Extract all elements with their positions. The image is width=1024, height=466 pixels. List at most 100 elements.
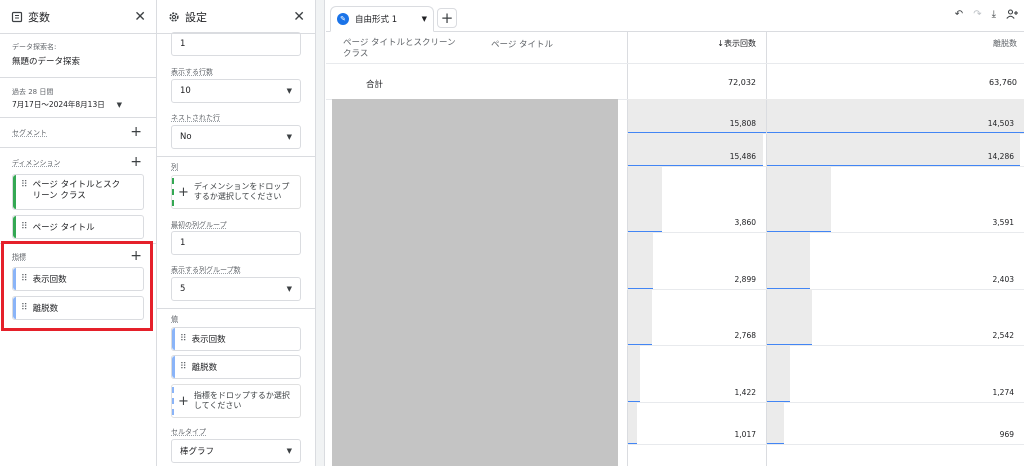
row-divider: [627, 289, 1024, 290]
row-divider: [627, 345, 1024, 346]
views-value: 1,017: [734, 430, 756, 439]
close-icon[interactable]: ✕: [134, 9, 146, 25]
column-header-views[interactable]: ↓表示回数: [628, 38, 756, 49]
column-header-exits[interactable]: 離脱数: [767, 38, 1017, 49]
values-label: 値: [171, 315, 178, 323]
views-value: 2,768: [734, 331, 756, 340]
views-value: 15,486: [729, 152, 756, 161]
start-row-field[interactable]: 1: [171, 32, 301, 56]
date-range-value[interactable]: 7月17日～2024年8月13日: [12, 99, 105, 110]
value-chip[interactable]: ⠿ 表示回数: [171, 327, 301, 351]
plus-icon: +: [178, 184, 189, 200]
gear-icon: [167, 10, 180, 23]
tab-freeform[interactable]: ✎ 自由形式 1 ▼: [330, 6, 434, 32]
toolbar: ↶ ↷ ⤓: [955, 9, 1018, 22]
metric-drop-zone[interactable]: + 指標をドロップするか選択してください: [171, 384, 301, 418]
redacted-area: [332, 99, 618, 466]
redo-icon[interactable]: ↷: [973, 9, 981, 22]
undo-icon[interactable]: ↶: [955, 9, 963, 22]
divider: [157, 308, 315, 309]
exploration-name-label: データ探索名:: [12, 43, 57, 51]
exits-value: 3,591: [992, 218, 1014, 227]
value-chip[interactable]: ⠿ 離脱数: [171, 355, 301, 379]
start-row-value: 1: [180, 39, 186, 49]
settings-title: 設定: [185, 10, 207, 24]
dimension-label-text: ページ タイトル: [32, 223, 95, 233]
exits-value: 969: [999, 430, 1014, 439]
date-range-section[interactable]: 過去 28 日間 7月17日～2024年8月13日 ▼: [0, 78, 156, 118]
panel-gutter: [316, 0, 325, 466]
settings-body: 1 表示する行数 10 ▼ ネストされた行 No ▼ 列 + ディメンションをド…: [157, 32, 315, 466]
segment-label: セグメント: [12, 129, 47, 137]
data-table: ページ タイトルとスクリーン クラス ページ タイトル ↓表示回数 離脱数 合計…: [326, 32, 1024, 466]
first-col-group-value: 1: [180, 238, 186, 248]
exploration-name-input[interactable]: 無題のデータ探索: [12, 55, 144, 67]
close-icon[interactable]: ✕: [293, 9, 305, 25]
download-icon[interactable]: ⤓: [992, 9, 996, 22]
nested-rows-value: No: [180, 132, 192, 142]
total-label: 合計: [366, 80, 384, 90]
drag-handle-icon[interactable]: ⠿: [180, 334, 187, 344]
column-header-dimension-2[interactable]: ページ タイトル: [491, 38, 553, 50]
highlight-box: [1, 241, 153, 331]
views-value: 1,422: [734, 388, 756, 397]
first-col-group-field[interactable]: 1: [171, 231, 301, 255]
col-groups-label: 表示する列グループ数: [171, 266, 241, 274]
segment-section: セグメント +: [0, 118, 156, 148]
exits-value: 2,403: [992, 275, 1014, 284]
col-groups-select[interactable]: 5 ▼: [171, 277, 301, 301]
cell-type-value: 棒グラフ: [180, 447, 215, 457]
divider: [157, 156, 315, 157]
tab-label: 自由形式 1: [355, 15, 398, 25]
plus-icon: +: [178, 393, 189, 409]
tab-bar: ✎ 自由形式 1 ▼ + ↶ ↷ ⤓: [326, 0, 1024, 32]
value-chip-label: 離脱数: [191, 363, 218, 373]
rows-value: 10: [180, 86, 191, 96]
first-col-group-label: 最初の列グループ: [171, 221, 227, 229]
exploration-name-section: データ探索名: 無題のデータ探索: [0, 34, 156, 78]
column-header-dimension-1[interactable]: ページ タイトルとスクリーン クラス: [343, 38, 463, 61]
chevron-down-icon: ▼: [286, 447, 292, 455]
exits-value: 14,503: [987, 119, 1014, 128]
metric-drop-text: 指標をドロップするか選択してください: [193, 390, 290, 410]
chevron-down-icon[interactable]: ▼: [117, 101, 122, 109]
cell-type-select[interactable]: 棒グラフ ▼: [171, 439, 301, 463]
add-segment-button[interactable]: +: [130, 125, 142, 139]
dimension-label-text: ページ タイトルとスク リーン クラス: [32, 180, 121, 202]
nested-rows-label: ネストされた行: [171, 114, 220, 122]
views-value: 3,860: [734, 218, 756, 227]
chevron-down-icon: ▼: [286, 87, 292, 95]
dimension-chip[interactable]: ⠿ ページ タイトルとスク リーン クラス: [12, 174, 144, 210]
columns-label: 列: [171, 163, 178, 171]
settings-header: 設定 ✕: [157, 0, 315, 34]
exits-value: 1,274: [992, 388, 1014, 397]
dimension-section: ディメンション + ⠿ ページ タイトルとスク リーン クラス ⠿ ページ タイ…: [0, 148, 156, 244]
row-divider: [627, 444, 1024, 445]
variables-panel: 変数 ✕ データ探索名: 無題のデータ探索 過去 28 日間 7月17日～202…: [0, 0, 157, 466]
column-drop-zone[interactable]: + ディメンションをドロップするか選択してください: [171, 175, 301, 209]
exits-value: 14,286: [987, 152, 1014, 161]
nested-rows-select[interactable]: No ▼: [171, 125, 301, 149]
chevron-down-icon: ▼: [286, 285, 292, 293]
col-groups-value: 5: [180, 284, 186, 294]
drag-handle-icon[interactable]: ⠿: [180, 362, 187, 372]
date-preset-label: 過去 28 日間: [12, 88, 54, 96]
drag-handle-icon[interactable]: ⠿: [21, 222, 28, 232]
total-views: 72,032: [728, 78, 756, 87]
chevron-down-icon[interactable]: ▼: [422, 15, 427, 23]
column-drop-text: ディメンションをドロップするか選択してください: [193, 181, 290, 201]
cell-type-label: セルタイプ: [171, 428, 206, 436]
add-dimension-button[interactable]: +: [130, 155, 142, 169]
exits-value: 2,542: [992, 331, 1014, 340]
add-tab-button[interactable]: +: [437, 8, 457, 28]
share-user-icon[interactable]: [1006, 9, 1018, 22]
rows-select[interactable]: 10 ▼: [171, 79, 301, 103]
dimension-label: ディメンション: [12, 159, 61, 167]
chevron-down-icon: ▼: [286, 133, 292, 141]
drag-handle-icon[interactable]: ⠿: [21, 180, 28, 190]
pencil-icon: ✎: [337, 13, 349, 25]
dimension-chip[interactable]: ⠿ ページ タイトル: [12, 215, 144, 239]
main-canvas: ✎ 自由形式 1 ▼ + ↶ ↷ ⤓ ページ タイトルとスクリーン クラス ペー…: [326, 0, 1024, 466]
row-divider: [627, 402, 1024, 403]
variables-title: 変数: [28, 10, 50, 24]
